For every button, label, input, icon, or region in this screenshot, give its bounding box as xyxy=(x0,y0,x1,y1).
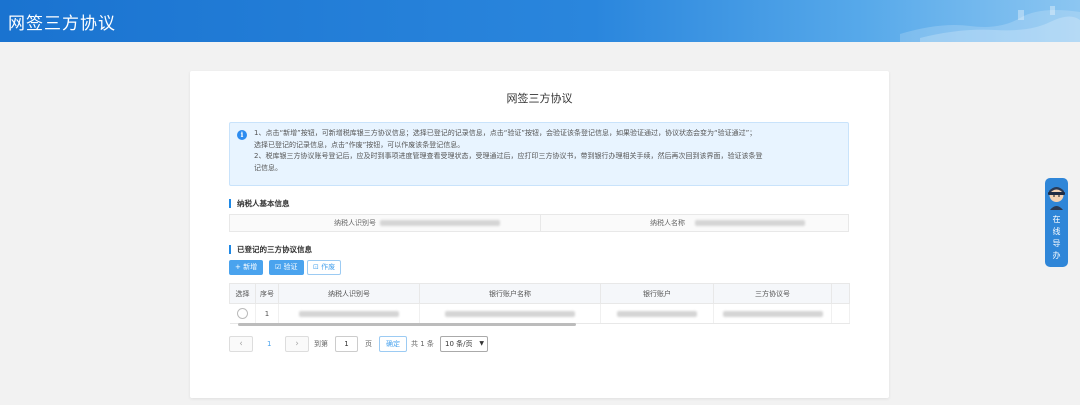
table-horizontal-scrollbar[interactable] xyxy=(238,323,576,326)
notice-line-4: 记信息。 xyxy=(254,163,282,172)
row-bank-account-name xyxy=(419,303,601,324)
row-bank-account xyxy=(600,303,714,324)
row-extra xyxy=(831,303,850,324)
verify-button[interactable]: ☑ 验证 xyxy=(269,260,304,275)
agreement-table: 选择 序号 纳税人识别号 银行账户名称 银行账户 三方协议号 1 xyxy=(229,283,850,324)
col-bank-account: 银行账户 xyxy=(600,283,714,304)
main-card: 网签三方协议 i 1、点击“新增”按钮，可新增税库银三方协议信息；选择已登记的记… xyxy=(190,71,889,398)
row-select-cell[interactable] xyxy=(229,303,256,324)
col-bank-account-name: 银行账户名称 xyxy=(419,283,601,304)
notice-line-2: 选择已登记的记录信息，点击“作废”按钮，可以作废该条登记信息。 xyxy=(254,140,465,149)
notice-panel: i 1、点击“新增”按钮，可新增税库银三方协议信息；选择已登记的记录信息，点击“… xyxy=(229,122,849,186)
col-agreement-no: 三方协议号 xyxy=(713,283,832,304)
registered-section-title: 已登记的三方协议信息 xyxy=(229,245,312,254)
online-guide-label: 在 线 导 办 xyxy=(1052,215,1061,260)
col-taxpayer-id: 纳税人识别号 xyxy=(278,283,420,304)
page-suffix: 页 xyxy=(365,340,372,348)
page-size-select[interactable]: 10 条/页 ▼ xyxy=(440,336,488,352)
row-radio[interactable] xyxy=(236,308,248,319)
app-title: 网签三方协议 xyxy=(8,14,116,34)
col-select: 选择 xyxy=(229,283,256,304)
taxpayer-info-row: 纳税人识别号 纳税人名称 xyxy=(229,214,849,232)
notice-line-1: 1、点击“新增”按钮，可新增税库银三方协议信息；选择已登记的记录信息，点击“验证… xyxy=(254,129,757,137)
online-guide-widget[interactable]: 在 线 导 办 xyxy=(1045,178,1068,267)
void-button[interactable]: ⊡ 作废 xyxy=(307,260,342,275)
taxpayer-id-value xyxy=(380,215,500,231)
info-icon: i xyxy=(237,130,247,140)
page-title: 网签三方协议 xyxy=(506,92,573,105)
goto-confirm-button[interactable]: 确定 xyxy=(379,336,407,352)
col-index: 序号 xyxy=(255,283,279,304)
taxpayer-name-value xyxy=(695,215,805,231)
next-page-button[interactable]: › xyxy=(285,336,309,352)
total-count: 共 1 条 xyxy=(411,340,434,348)
taxpayer-name-label: 纳税人名称 xyxy=(650,219,685,227)
taxpayer-section-title: 纳税人基本信息 xyxy=(229,199,290,208)
chevron-down-icon: ▼ xyxy=(479,340,484,347)
great-wall-decoration-icon xyxy=(900,6,1080,42)
goto-page-input[interactable]: 1 xyxy=(335,336,358,352)
taxpayer-id-label: 纳税人识别号 xyxy=(334,219,376,227)
current-page[interactable]: 1 xyxy=(267,336,271,352)
assistant-avatar-icon xyxy=(1048,187,1065,210)
add-button[interactable]: + 新增 xyxy=(229,260,264,275)
row-agreement-no xyxy=(713,303,832,324)
page-size-value: 10 条/页 xyxy=(445,340,473,348)
top-banner: 网签三方协议 xyxy=(0,0,1080,42)
table-header-row: 选择 序号 纳税人识别号 银行账户名称 银行账户 三方协议号 xyxy=(229,283,850,304)
goto-prefix: 到第 xyxy=(314,340,328,348)
notice-line-3: 2、税库银三方协议账号登记后，应及时到事项进度管理查看受理状态，受理通过后，应打… xyxy=(254,152,763,160)
row-taxpayer-id xyxy=(278,303,420,324)
info-divider xyxy=(540,215,541,231)
col-extra xyxy=(831,283,850,304)
table-row[interactable]: 1 xyxy=(229,303,850,324)
row-index: 1 xyxy=(255,303,279,324)
prev-page-button[interactable]: ‹ xyxy=(229,336,253,352)
